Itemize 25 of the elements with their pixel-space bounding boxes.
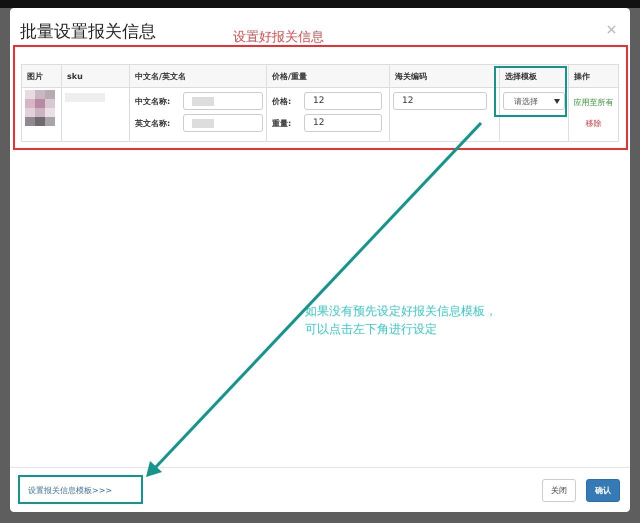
- template-settings-link[interactable]: 设置报关信息模板>>>: [18, 476, 122, 504]
- column-header: 中文名/英文名: [130, 64, 266, 88]
- template-dropdown[interactable]: 请选择: [503, 92, 565, 110]
- field-label: 价格:: [270, 96, 292, 106]
- field-label: 重量:: [271, 118, 292, 128]
- column-header: 价格/重量: [266, 64, 390, 88]
- close-button[interactable]: 关闭: [542, 478, 576, 502]
- column-header: 操作: [568, 64, 618, 88]
- annotation-text: 设置好报关信息: [233, 29, 324, 46]
- caret-icon: [554, 98, 560, 104]
- input-field[interactable]: 12: [304, 114, 382, 132]
- input-field[interactable]: 12: [393, 92, 487, 110]
- remove-link[interactable]: 移除: [572, 118, 615, 129]
- column-header: 图片: [22, 64, 62, 88]
- apply-all-link[interactable]: 应用至所有: [572, 97, 615, 108]
- field-label: 中文名称:: [134, 96, 172, 106]
- input-field[interactable]: 12: [304, 92, 382, 110]
- column-header: sku: [62, 64, 130, 88]
- column-header: 海关编码: [390, 64, 500, 88]
- input-field[interactable]: [183, 114, 263, 132]
- confirm-button[interactable]: 确认: [586, 478, 620, 502]
- close-icon[interactable]: [607, 25, 616, 34]
- field-label: 英文名称:: [134, 118, 172, 128]
- input-field[interactable]: [183, 92, 263, 110]
- dialog-title: 批量设置报关信息: [20, 21, 156, 43]
